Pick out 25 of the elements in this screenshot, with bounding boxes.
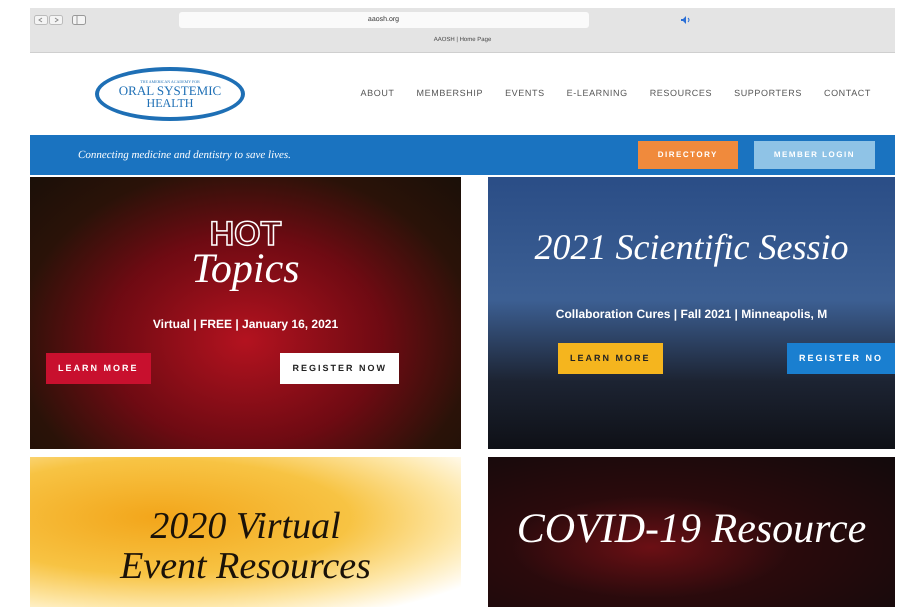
speaker-icon[interactable] — [681, 16, 691, 24]
virus-banner[interactable]: COVID-19 Resource — [488, 457, 895, 607]
watercolor-banner[interactable]: 2020 Virtual Event Resources — [30, 457, 461, 607]
banner-title: 2021 Scientific Sessio — [534, 229, 848, 267]
theater-stage-banner[interactable]: HOT Topics Virtual | FREE | January 16, 2021 LEARN MORE REGISTER NOW — [30, 177, 461, 449]
nav-link[interactable]: E-LEARNING — [566, 87, 628, 101]
nav-link[interactable]: MEMBERSHIP — [416, 87, 484, 101]
nav-link[interactable]: ABOUT — [360, 87, 395, 101]
banner-button[interactable]: LEARN MORE — [46, 352, 150, 384]
banner-title: COVID-19 Resource — [516, 507, 866, 552]
banner-button[interactable]: REGISTER NOW — [280, 352, 399, 384]
nav-link[interactable]: RESOURCES — [650, 87, 712, 101]
nav-link[interactable]: SUPPORTERS — [734, 87, 802, 101]
night-city-banner[interactable]: 2021 Scientific Sessio Collaboration Cures | Fall 2021 | Minneapolis, M LEARN MORE REGISTER NO — [488, 177, 895, 449]
nav-link[interactable]: EVENTS — [505, 87, 545, 101]
sidebar-icon[interactable] — [72, 15, 86, 25]
nav-link[interactable]: CONTACT — [824, 87, 871, 101]
banner-title: 2020 Virtual — [150, 507, 341, 547]
banner-subtitle: Collaboration Cures | Fall 2021 | Minneapolis, M — [556, 306, 828, 323]
tagline: Connecting medicine and dentistry to save lives. — [78, 148, 291, 163]
banner-button[interactable]: REGISTER NO — [786, 342, 895, 374]
banner-subtitle: Virtual | FREE | January 16, 2021 — [152, 316, 338, 333]
back-forward-icon[interactable] — [34, 15, 64, 25]
banner-title: Event Resources — [120, 546, 371, 587]
banner-button[interactable]: LEARN MORE — [558, 342, 662, 374]
